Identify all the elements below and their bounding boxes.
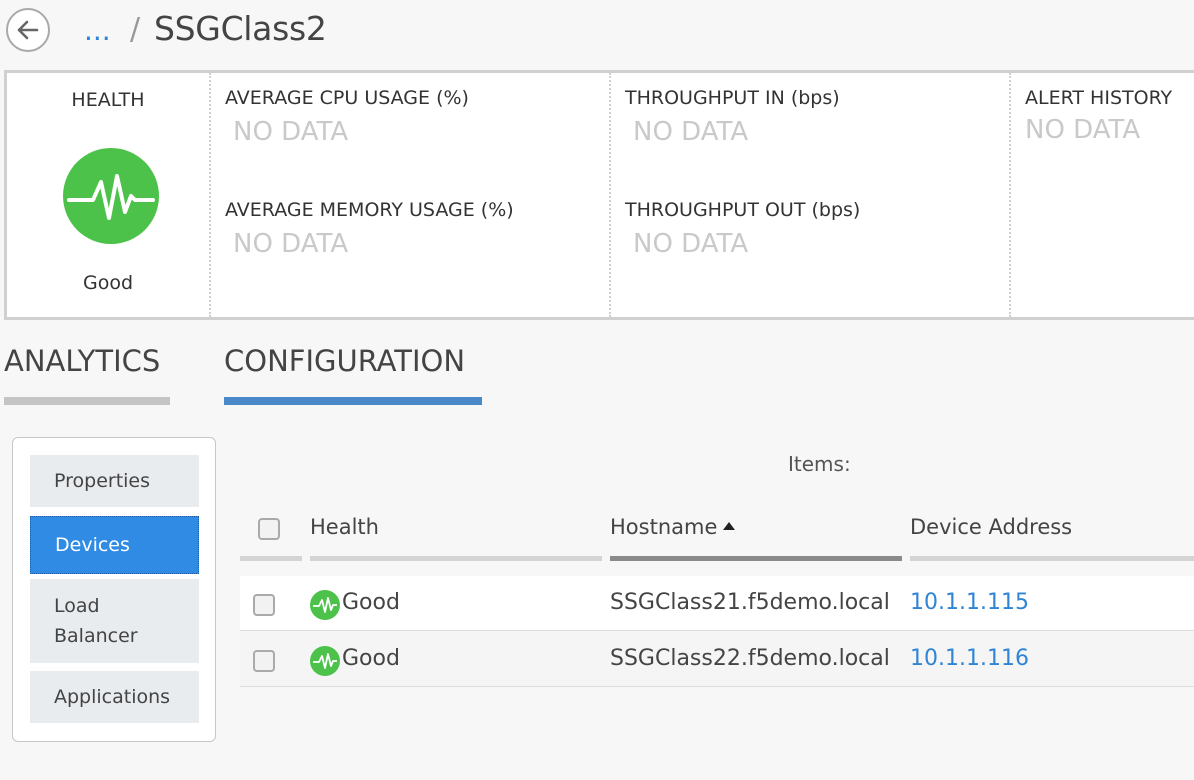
arrow-left-icon — [17, 20, 39, 40]
throughput-out-value: NO DATA — [633, 229, 749, 259]
row-hostname: SSGClass21.f5demo.local — [610, 590, 890, 615]
tab-analytics[interactable]: ANALYTICS — [4, 344, 160, 378]
memory-usage-title: AVERAGE MEMORY USAGE (%) — [225, 199, 514, 221]
throughput-in-title: THROUGHPUT IN (bps) — [625, 87, 840, 109]
column-header-device-address[interactable]: Device Address — [910, 515, 1072, 539]
column-header-health[interactable]: Health — [310, 515, 379, 539]
tab-analytics-underline — [4, 397, 170, 405]
throughput-section: THROUGHPUT IN (bps) NO DATA THROUGHPUT O… — [611, 73, 1011, 317]
page-title: SSGClass2 — [154, 9, 327, 48]
tab-configuration[interactable]: CONFIGURATION — [224, 344, 465, 378]
memory-usage-value: NO DATA — [233, 229, 349, 259]
row-checkbox[interactable] — [253, 650, 275, 672]
health-pulse-icon — [310, 590, 340, 620]
breadcrumb-ellipsis[interactable]: ... — [84, 14, 111, 47]
row-hostname: SSGClass22.f5demo.local — [610, 646, 890, 671]
sidenav-item-applications[interactable]: Applications — [30, 671, 199, 723]
row-health-status: Good — [342, 646, 400, 671]
alert-history-title: ALERT HISTORY — [1025, 87, 1173, 109]
column-underline-health — [310, 556, 602, 561]
column-header-hostname-label: Hostname — [610, 515, 718, 539]
sidenav-item-load-balancer[interactable]: Load Balancer — [30, 579, 199, 663]
row-device-address-link[interactable]: 10.1.1.116 — [910, 646, 1029, 671]
table-row[interactable]: Good SSGClass21.f5demo.local 10.1.1.115 — [240, 576, 1194, 631]
alert-history-value: NO DATA — [1025, 115, 1141, 145]
column-underline-hostname — [610, 556, 902, 561]
health-pulse-icon — [310, 646, 340, 676]
sidenav-item-properties[interactable]: Properties — [30, 455, 199, 507]
cpu-usage-title: AVERAGE CPU USAGE (%) — [225, 87, 469, 109]
cpu-memory-section: AVERAGE CPU USAGE (%) NO DATA AVERAGE ME… — [211, 73, 611, 317]
health-label: HEALTH — [71, 89, 145, 111]
table-row[interactable]: Good SSGClass22.f5demo.local 10.1.1.116 — [240, 632, 1194, 687]
sidenav-item-devices[interactable]: Devices — [30, 516, 199, 574]
health-pulse-icon — [63, 148, 159, 244]
summary-panel: HEALTH Good AVERAGE CPU USAGE (%) NO DAT… — [4, 70, 1194, 320]
tab-configuration-underline — [224, 397, 482, 405]
select-all-checkbox[interactable] — [258, 518, 280, 540]
health-section: HEALTH Good — [7, 73, 211, 317]
throughput-out-title: THROUGHPUT OUT (bps) — [625, 199, 861, 221]
row-health-status: Good — [342, 590, 400, 615]
health-status: Good — [82, 272, 134, 294]
column-underline-device-address — [910, 556, 1194, 561]
column-header-hostname[interactable]: Hostname — [610, 515, 736, 539]
cpu-usage-value: NO DATA — [233, 117, 349, 147]
row-checkbox[interactable] — [253, 594, 275, 616]
back-button[interactable] — [6, 8, 50, 52]
row-device-address-link[interactable]: 10.1.1.115 — [910, 590, 1029, 615]
sort-ascending-icon — [723, 522, 736, 530]
items-count-label: Items: — [788, 452, 851, 476]
column-underline-select — [240, 556, 302, 561]
throughput-in-value: NO DATA — [633, 117, 749, 147]
alert-history-section: ALERT HISTORY NO DATA — [1011, 73, 1194, 317]
config-sidenav: Properties Devices Load Balancer Applica… — [12, 437, 216, 742]
breadcrumb-separator: / — [130, 12, 141, 47]
